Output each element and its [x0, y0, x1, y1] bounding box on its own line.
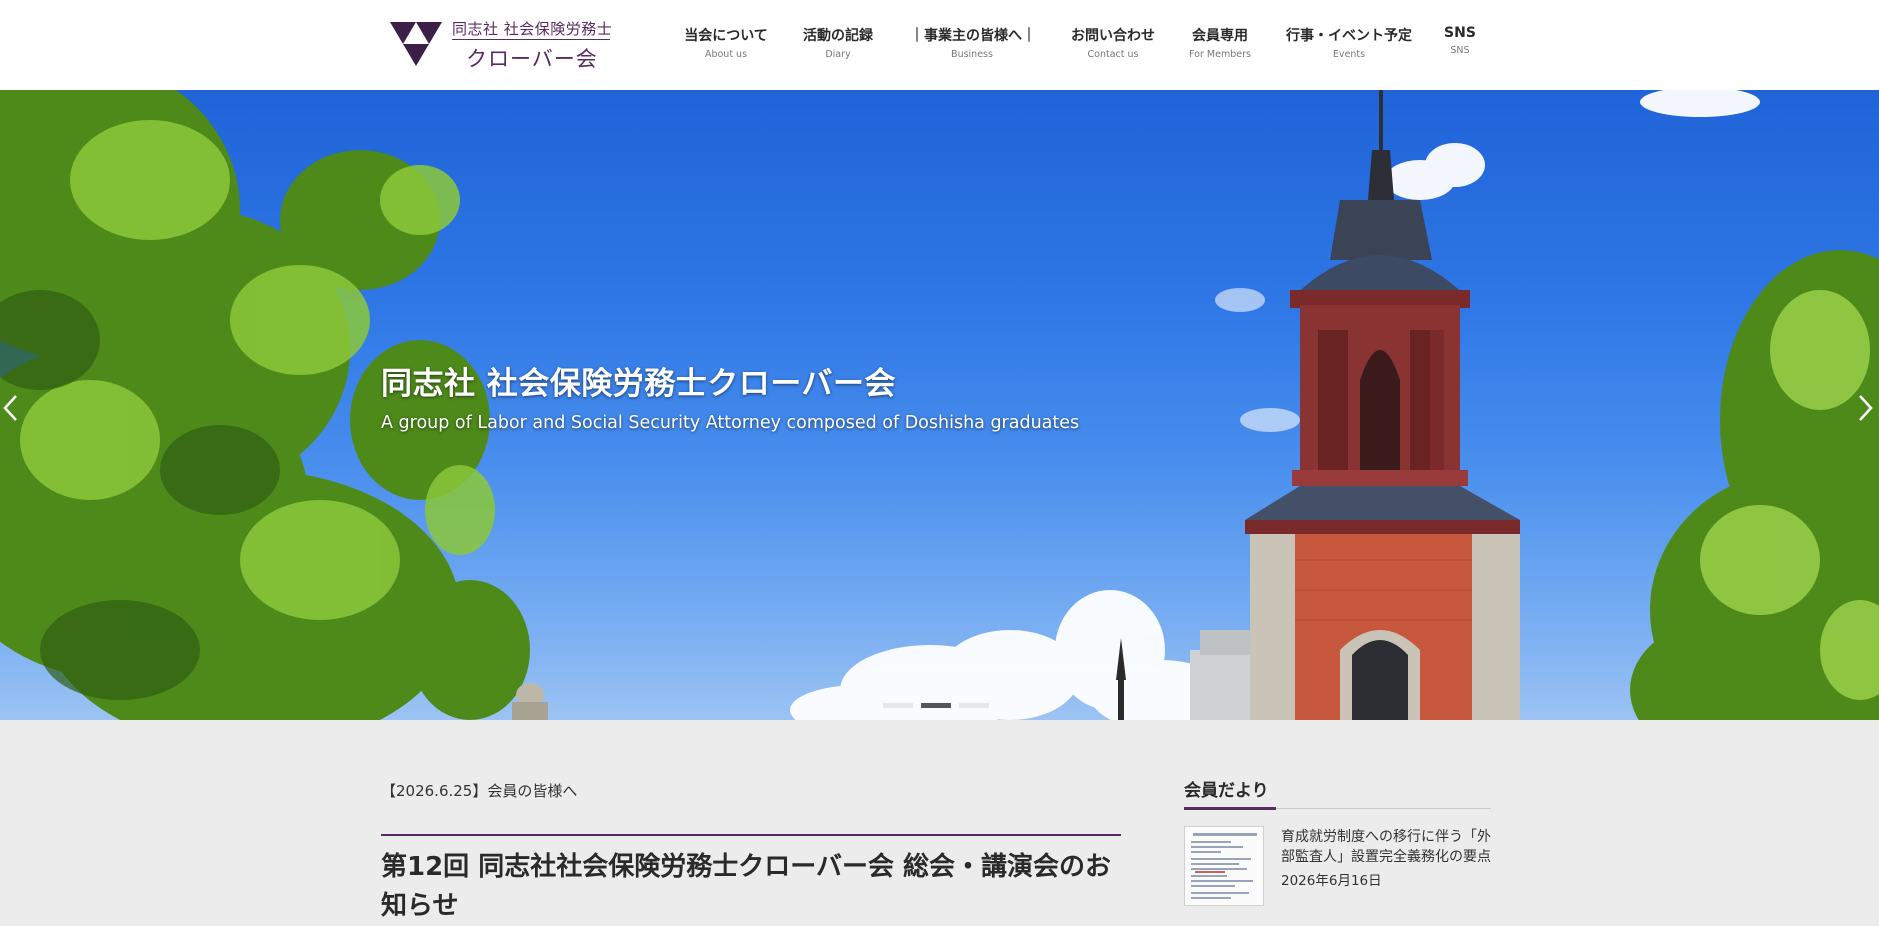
chevron-right-icon: [1859, 395, 1873, 421]
nav-label: 行事・イベント予定: [1286, 28, 1412, 44]
nav-sublabel: For Members: [1189, 49, 1251, 60]
slider-prev-button[interactable]: [0, 390, 24, 426]
document-thumbnail-icon: [1185, 827, 1263, 905]
nav-label: 当会について: [684, 28, 768, 44]
sidebar-item-date: 2026年6月16日: [1281, 873, 1382, 889]
nav-label: SNS: [1444, 25, 1476, 41]
nav-label: ｜事業主の皆様へ｜: [910, 28, 1036, 44]
nav-sublabel: Contact us: [1087, 49, 1139, 60]
sidebar-heading: 会員だより: [1184, 781, 1269, 801]
slider-dot-3[interactable]: [959, 703, 989, 708]
nav-item-sns[interactable]: SNS SNS: [1440, 25, 1480, 56]
nav-item-contact[interactable]: お問い合わせ Contact us: [1068, 25, 1158, 60]
nav-item-business[interactable]: ｜事業主の皆様へ｜ Business: [910, 25, 1036, 60]
nav-item-events[interactable]: 行事・イベント予定 Events: [1282, 25, 1416, 60]
nav-sublabel: About us: [704, 49, 748, 60]
nav-item-members[interactable]: 会員専用 For Members: [1186, 25, 1254, 60]
hero-subtitle: A group of Labor and Social Security Att…: [381, 413, 1080, 433]
slider-dot-1[interactable]: [883, 703, 913, 708]
nav-item-about[interactable]: 当会について About us: [683, 25, 769, 60]
slider-next-button[interactable]: [1852, 390, 1876, 426]
sidebar-item-title[interactable]: 育成就労制度への移行に伴う「外部監査人」設置完全義務化の要点: [1281, 827, 1493, 867]
hero-slider: 同志社 社会保険労務士クローバー会 A group of Labor and S…: [0, 90, 1879, 720]
sidebar-item-thumbnail[interactable]: [1184, 826, 1264, 906]
main-nav: 当会について About us 活動の記録 Diary ｜事業主の皆様へ｜ Bu…: [0, 25, 1879, 65]
hero-title: 同志社 社会保険労務士クローバー会: [381, 366, 896, 402]
nav-label: お問い合わせ: [1071, 28, 1155, 44]
nav-sublabel: Events: [1332, 49, 1366, 60]
nav-sublabel: Business: [951, 49, 993, 60]
chevron-left-icon: [3, 395, 17, 421]
post-divider: [381, 834, 1121, 836]
nav-sublabel: Diary: [825, 49, 851, 60]
nav-label: 会員専用: [1192, 28, 1248, 44]
nav-item-diary[interactable]: 活動の記録 Diary: [798, 25, 878, 60]
post-category-date: 【2026.6.25】会員の皆様へ: [381, 782, 578, 800]
post-title[interactable]: 第12回 同志社社会保険労務士クローバー会 総会・講演会のお知らせ: [381, 848, 1121, 926]
nav-sublabel: SNS: [1450, 45, 1470, 56]
hero-background-image: [0, 90, 1879, 720]
sidebar-divider-accent: [1184, 807, 1276, 810]
nav-label: 活動の記録: [803, 28, 873, 44]
slider-dot-2[interactable]: [921, 703, 951, 708]
site-header: 同志社 社会保険労務士 クローバー会 当会について About us 活動の記録…: [0, 0, 1879, 90]
